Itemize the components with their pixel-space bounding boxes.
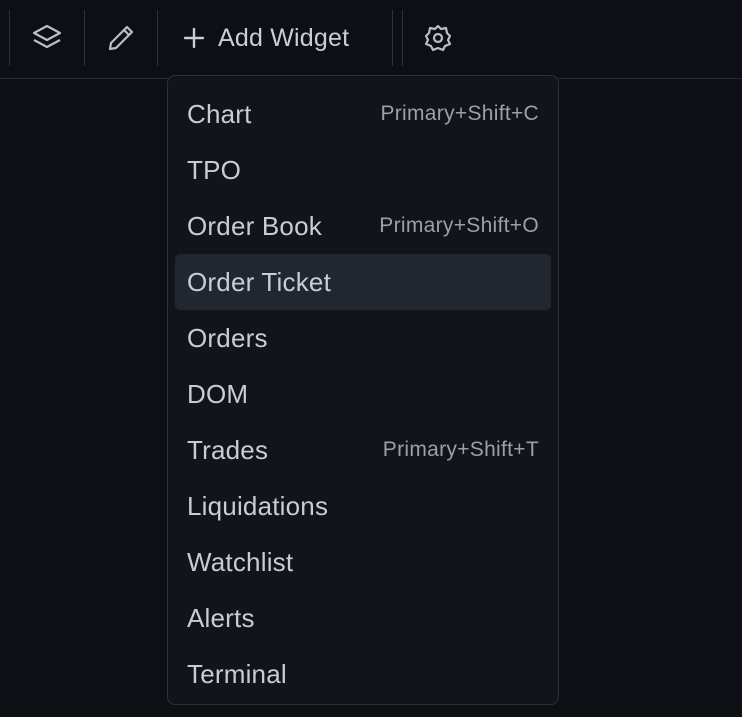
menu-item-label: Terminal bbox=[187, 658, 287, 689]
plus-icon bbox=[182, 26, 206, 50]
gear-icon[interactable] bbox=[422, 22, 454, 54]
menu-item-tpo[interactable]: TPO bbox=[175, 142, 551, 198]
menu-item-watchlist[interactable]: Watchlist bbox=[175, 534, 551, 590]
add-widget-menu: Chart Primary+Shift+C TPO Order Book Pri… bbox=[167, 75, 559, 705]
toolbar: Add Widget bbox=[0, 0, 742, 79]
menu-item-chart[interactable]: Chart Primary+Shift+C bbox=[175, 86, 551, 142]
toolbar-divider bbox=[84, 10, 85, 66]
toolbar-divider bbox=[392, 10, 393, 66]
menu-item-dom[interactable]: DOM bbox=[175, 366, 551, 422]
menu-item-order-book[interactable]: Order Book Primary+Shift+O bbox=[175, 198, 551, 254]
menu-item-shortcut: Primary+Shift+O bbox=[379, 214, 539, 237]
menu-item-label: Orders bbox=[187, 322, 268, 353]
layers-icon[interactable] bbox=[31, 22, 63, 54]
menu-item-order-ticket[interactable]: Order Ticket bbox=[175, 254, 551, 310]
menu-item-orders[interactable]: Orders bbox=[175, 310, 551, 366]
menu-item-label: Watchlist bbox=[187, 546, 294, 577]
menu-item-alerts[interactable]: Alerts bbox=[175, 590, 551, 646]
menu-item-label: Trades bbox=[187, 434, 269, 465]
menu-item-label: TPO bbox=[187, 154, 242, 185]
add-widget-button[interactable]: Add Widget bbox=[182, 18, 349, 58]
menu-item-terminal[interactable]: Terminal bbox=[175, 646, 551, 702]
menu-item-label: Alerts bbox=[187, 602, 255, 633]
menu-item-shortcut: Primary+Shift+C bbox=[380, 102, 539, 125]
menu-item-label: Chart bbox=[187, 98, 252, 129]
add-widget-label: Add Widget bbox=[218, 23, 350, 52]
menu-item-trades[interactable]: Trades Primary+Shift+T bbox=[175, 422, 551, 478]
menu-item-liquidations[interactable]: Liquidations bbox=[175, 478, 551, 534]
menu-item-label: Liquidations bbox=[187, 490, 329, 521]
toolbar-divider bbox=[9, 10, 10, 66]
pencil-icon[interactable] bbox=[105, 22, 137, 54]
menu-item-shortcut: Primary+Shift+T bbox=[382, 438, 539, 461]
menu-item-label: Order Ticket bbox=[187, 266, 331, 297]
menu-item-label: Order Book bbox=[187, 210, 322, 241]
toolbar-divider bbox=[402, 10, 403, 66]
menu-item-label: DOM bbox=[187, 378, 249, 409]
toolbar-divider bbox=[157, 10, 158, 66]
